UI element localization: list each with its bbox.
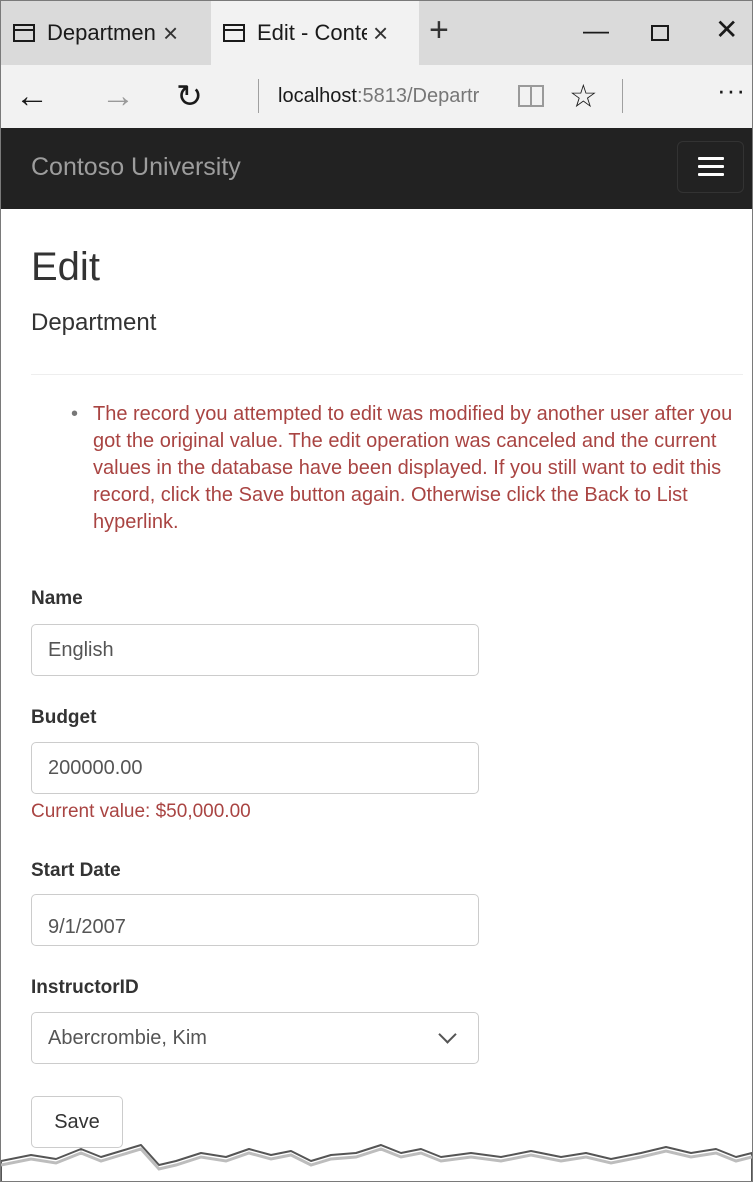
budget-value: 200000.00 [48, 756, 143, 779]
new-tab-icon[interactable]: + [429, 11, 449, 50]
divider [622, 79, 623, 113]
url-field[interactable]: localhost:5813/Departr [278, 85, 479, 108]
instructor-label: InstructorID [31, 977, 139, 998]
name-input[interactable]: English [31, 624, 479, 676]
tab-edit[interactable]: Edit - Conte × [211, 1, 419, 65]
forward-arrow-icon[interactable]: → [101, 77, 135, 116]
tab-page-icon [223, 24, 245, 42]
reading-view-icon[interactable] [518, 85, 544, 107]
name-label: Name [31, 588, 83, 609]
budget-input[interactable]: 200000.00 [31, 742, 479, 794]
start-date-input[interactable]: 9/1/2007 [31, 894, 479, 946]
chevron-down-icon [438, 1025, 457, 1044]
hamburger-icon [698, 157, 724, 160]
budget-label: Budget [31, 707, 97, 728]
main-content: Edit Department The record you attempted… [1, 209, 752, 1181]
window-close-icon[interactable]: ✕ [715, 13, 738, 46]
divider [258, 79, 259, 113]
tab-departments[interactable]: Departmen × [1, 1, 211, 65]
validation-message: The record you attempted to edit was mod… [71, 401, 743, 536]
tab-strip: Departmen × Edit - Conte × + — ✕ [1, 1, 752, 65]
back-arrow-icon[interactable]: ← [15, 77, 49, 116]
page-subtitle: Department [31, 309, 157, 336]
url-host: localhost [278, 85, 357, 107]
star-icon[interactable]: ☆ [569, 77, 598, 115]
hamburger-icon [698, 173, 724, 176]
validation-summary: The record you attempted to edit was mod… [71, 401, 743, 536]
start-date-label: Start Date [31, 860, 121, 881]
tab-title: Departmen [47, 20, 156, 45]
hamburger-icon [698, 165, 724, 168]
browser-window: Departmen × Edit - Conte × + — ✕ ← → ↻ l… [0, 0, 753, 1182]
maximize-icon[interactable] [651, 25, 669, 41]
instructor-value: Abercrombie, Kim [48, 1026, 207, 1049]
start-date-value: 9/1/2007 [48, 916, 126, 938]
url-rest: :5813/Departr [356, 85, 480, 107]
menu-toggle-button[interactable] [677, 141, 744, 193]
more-icon[interactable]: ··· [717, 75, 746, 106]
tab-title: Edit - Conte [257, 20, 367, 45]
close-tab-icon[interactable]: × [163, 18, 178, 49]
tab-page-icon [13, 24, 35, 42]
close-tab-icon[interactable]: × [373, 18, 388, 49]
brand-link[interactable]: Contoso University [31, 153, 241, 182]
budget-error: Current value: $50,000.00 [31, 801, 251, 822]
divider [31, 374, 743, 375]
page-title: Edit [31, 245, 100, 289]
torn-edge [1, 1144, 752, 1181]
site-navbar: Contoso University [1, 128, 752, 209]
name-value: English [48, 638, 114, 661]
minimize-icon[interactable]: — [583, 15, 609, 46]
refresh-icon[interactable]: ↻ [176, 77, 203, 115]
address-bar: ← → ↻ localhost:5813/Departr ☆ ··· [1, 65, 752, 128]
instructor-select[interactable]: Abercrombie, Kim [31, 1012, 479, 1064]
